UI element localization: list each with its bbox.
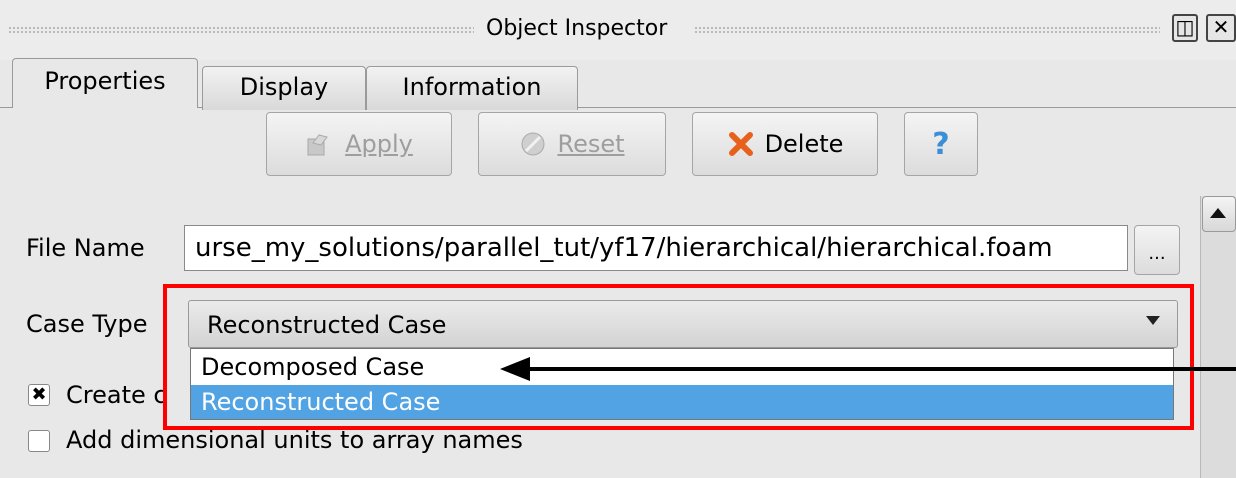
add-units-checkbox[interactable] (28, 430, 50, 452)
create-label: Create c (66, 381, 167, 409)
help-icon: ? (932, 126, 950, 162)
delete-button[interactable]: Delete (692, 112, 878, 176)
annotation-arrow (500, 357, 1236, 381)
delete-icon (728, 132, 753, 156)
window-title: Object Inspector (486, 16, 668, 41)
help-button[interactable]: ? (904, 112, 978, 176)
apply-button[interactable]: Apply (266, 112, 452, 176)
reset-label: Reset (557, 130, 625, 158)
title-grip-right (694, 26, 1160, 34)
float-button[interactable]: ◫ (1172, 14, 1198, 42)
scroll-up-icon (1210, 208, 1226, 218)
browse-button[interactable]: ... (1134, 225, 1180, 275)
file-name-label: File Name (26, 234, 145, 262)
apply-label: Apply (345, 130, 413, 158)
float-icon: ◫ (1175, 15, 1195, 39)
tab-properties[interactable]: Properties (12, 58, 198, 108)
reset-icon (521, 132, 545, 156)
close-icon: ✕ (1212, 15, 1230, 39)
scrollbar[interactable] (1200, 196, 1236, 478)
tab-information[interactable]: Information (366, 66, 578, 110)
title-grip-left (8, 26, 474, 34)
tab-display[interactable]: Display (202, 66, 366, 110)
file-name-field[interactable]: urse_my_solutions/parallel_tut/yf17/hier… (184, 225, 1128, 271)
case-type-label: Case Type (26, 310, 148, 338)
delete-label: Delete (764, 130, 844, 158)
reset-button[interactable]: Reset (478, 112, 666, 176)
apply-icon (307, 134, 328, 156)
create-checkbox[interactable]: ✖ (28, 384, 50, 406)
close-button[interactable]: ✕ (1206, 14, 1236, 42)
